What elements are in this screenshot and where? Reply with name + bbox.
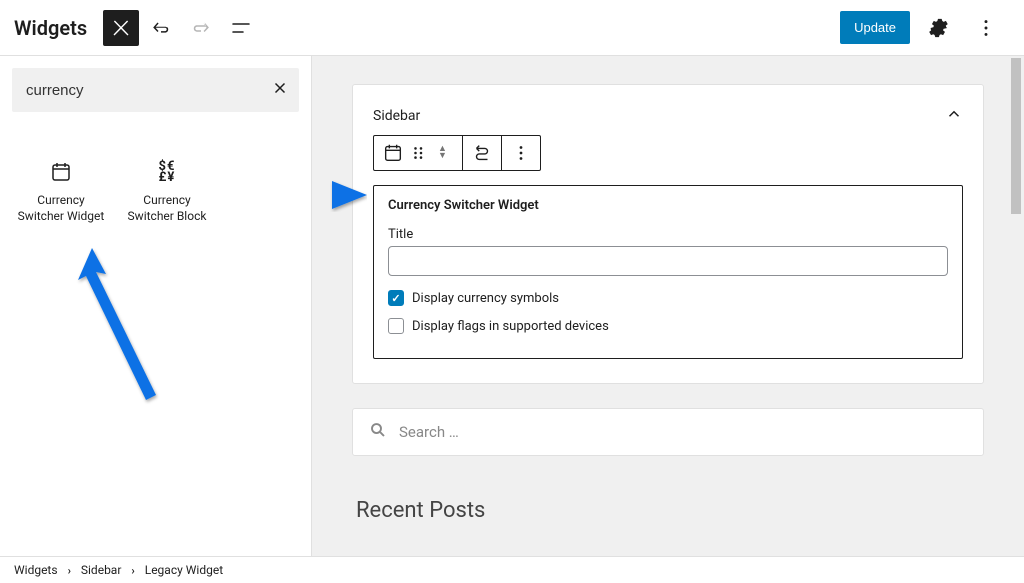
currencies-icon: $€£¥ [122, 158, 212, 186]
recent-posts-heading: Recent Posts [352, 498, 984, 523]
checkbox-unchecked-icon [388, 318, 404, 334]
more-options-button[interactable] [966, 8, 1006, 48]
redo-button[interactable] [183, 10, 219, 46]
page-title: Widgets [8, 16, 99, 40]
option-display-flags[interactable]: Display flags in supported devices [388, 318, 948, 334]
block-toolbar: ▲▼ [373, 135, 541, 171]
block-inserter-panel: Currency Switcher Widget $€£¥ Currency S… [0, 56, 312, 556]
block-options-button[interactable] [501, 136, 540, 170]
block-label: Currency Switcher Block [122, 192, 212, 224]
settings-button[interactable] [918, 8, 958, 48]
block-transform-button[interactable] [462, 136, 501, 170]
sidebar-widget-area: Sidebar ▲▼ [352, 84, 984, 384]
top-toolbar: Widgets Update [0, 0, 1024, 56]
close-inserter-button[interactable] [103, 10, 139, 46]
search-placeholder[interactable]: Search … [399, 423, 459, 441]
legacy-widget-block: Currency Switcher Widget Title ✓ Display… [373, 185, 963, 359]
chevron-right-icon: › [68, 564, 71, 577]
list-view-button[interactable] [223, 10, 259, 46]
widget-heading: Currency Switcher Widget [388, 198, 948, 213]
chevron-right-icon: › [131, 564, 134, 577]
breadcrumb: Widgets › Sidebar › Legacy Widget [0, 556, 1024, 583]
widget-title-input[interactable] [388, 246, 948, 276]
search-icon [369, 421, 387, 443]
block-currency-switcher-block[interactable]: $€£¥ Currency Switcher Block [120, 152, 214, 230]
checkbox-checked-icon: ✓ [388, 290, 404, 306]
collapse-area-button[interactable] [945, 105, 963, 127]
search-block: Search … [352, 408, 984, 456]
block-mover[interactable]: ▲▼ [438, 146, 454, 160]
clear-search-icon[interactable] [271, 79, 289, 101]
breadcrumb-item[interactable]: Widgets [14, 563, 58, 577]
widget-area-title: Sidebar [373, 108, 420, 124]
title-label: Title [388, 227, 948, 242]
scrollbar[interactable] [1008, 56, 1024, 556]
block-type-button[interactable]: ▲▼ [374, 136, 462, 170]
block-search [12, 68, 299, 112]
breadcrumb-item[interactable]: Legacy Widget [145, 563, 223, 577]
editor-canvas: Sidebar ▲▼ [312, 56, 1024, 556]
option-display-symbols[interactable]: ✓ Display currency symbols [388, 290, 948, 306]
block-search-input[interactable] [22, 74, 271, 107]
update-button[interactable]: Update [840, 11, 910, 44]
breadcrumb-item[interactable]: Sidebar [81, 563, 122, 577]
calendar-icon [16, 158, 106, 186]
block-currency-switcher-widget[interactable]: Currency Switcher Widget [14, 152, 108, 230]
block-label: Currency Switcher Widget [16, 192, 106, 224]
undo-button[interactable] [143, 10, 179, 46]
